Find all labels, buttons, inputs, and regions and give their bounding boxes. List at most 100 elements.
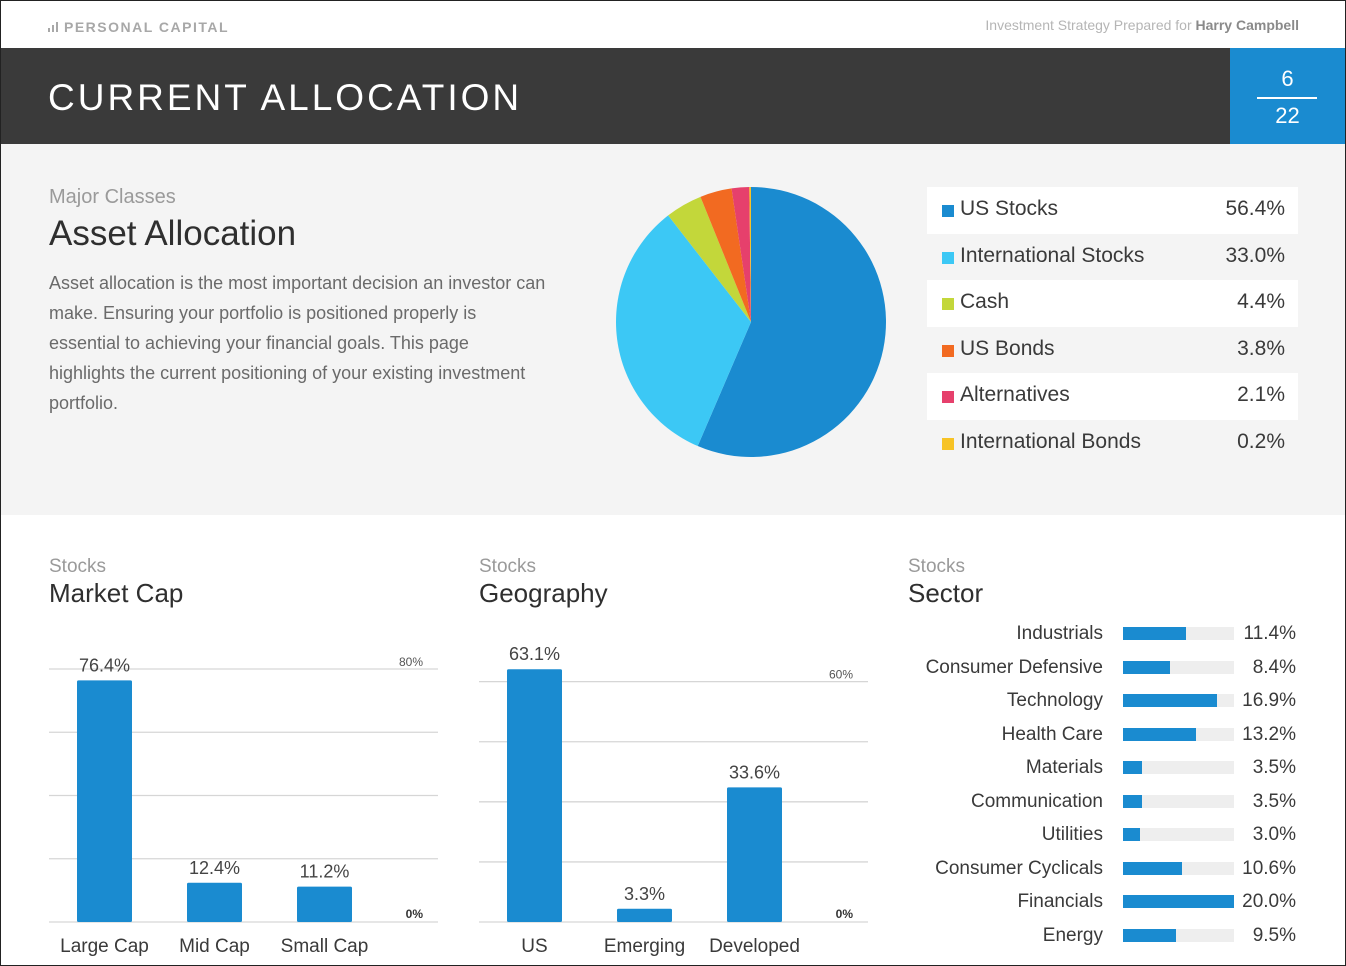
sector-row: Communication 3.5% <box>906 787 1326 821</box>
sector-value: 10.6% <box>1242 857 1296 879</box>
y-tick-label: 60% <box>829 668 853 682</box>
sector-bar <box>1123 660 1170 674</box>
sector-bar <box>1123 828 1140 841</box>
top-bar: PERSONAL CAPITAL Investment Strategy Pre… <box>1 1 1345 48</box>
prepared-for: Investment Strategy Prepared for Harry C… <box>985 17 1299 33</box>
logo-bars-icon <box>48 22 60 32</box>
sector-track <box>1123 694 1234 707</box>
sector-label: Energy <box>1042 924 1103 946</box>
category-label: Emerging <box>604 936 685 957</box>
sector-bar <box>1123 794 1143 808</box>
page-total: 22 <box>1275 103 1300 128</box>
legend-swatch <box>942 391 954 403</box>
asset-allocation-legend: US Stocks 56.4% International Stocks 33.0% C… <box>927 187 1298 466</box>
bar <box>187 882 242 922</box>
sector-row: Materials 3.5% <box>906 753 1326 787</box>
legend-swatch <box>942 298 954 310</box>
sector-bar <box>1123 861 1182 875</box>
page-title: CURRENT ALLOCATION <box>48 77 523 118</box>
sector-track <box>1123 928 1234 942</box>
sector-label: Technology <box>1006 690 1103 711</box>
logo: PERSONAL CAPITAL <box>48 19 229 35</box>
legend-value: 33.0% <box>1225 243 1285 267</box>
bar <box>507 669 562 922</box>
sector-row: Technology 16.9% <box>906 686 1326 720</box>
bar <box>77 680 132 922</box>
sector-value: 13.2% <box>1242 723 1296 745</box>
legend-value: 3.8% <box>1237 336 1285 360</box>
legend-label: Cash <box>960 290 1010 313</box>
legend-swatch <box>942 205 954 217</box>
data-label: 33.6% <box>729 762 780 782</box>
sector-bar <box>1123 928 1176 942</box>
market-cap-bar-chart: 80% 0% 76.4% Large Cap 12.4% Mid Cap 11.2% Smal… <box>49 655 438 957</box>
sector-track <box>1123 627 1234 640</box>
legend-label: Alternatives <box>960 383 1070 406</box>
logo-text: PERSONAL CAPITAL <box>64 19 230 35</box>
data-label: 12.4% <box>189 858 240 878</box>
sector-label: Materials <box>1025 757 1103 778</box>
sector-bar <box>1123 727 1197 741</box>
legend-value: 4.4% <box>1237 290 1285 313</box>
sector-track <box>1123 660 1234 674</box>
sector-label: Financials <box>1017 891 1103 912</box>
sector-value: 11.4% <box>1243 623 1296 644</box>
sector-bar <box>1123 627 1187 640</box>
category-label: US <box>521 936 547 957</box>
legend-label: US Stocks <box>960 197 1059 220</box>
sector-label: Utilities <box>1041 824 1103 845</box>
sector-subtitle: Stocks <box>908 556 966 577</box>
sector-row: Health Care 13.2% <box>906 720 1326 754</box>
category-label: Developed <box>709 936 800 957</box>
legend-label: US Bonds <box>960 336 1055 360</box>
sector-value: 16.9% <box>1242 690 1296 711</box>
legend-value: 56.4% <box>1225 197 1285 220</box>
sector-row: Consumer Cyclicals 10.6% <box>906 854 1326 888</box>
sector-value: 3.5% <box>1252 790 1296 812</box>
sector-value: 3.5% <box>1252 757 1296 778</box>
category-label: Mid Cap <box>179 936 250 957</box>
sector-bar <box>1123 895 1234 908</box>
legend-row: US Bonds 3.8% <box>927 327 1298 374</box>
data-label: 63.1% <box>509 644 560 664</box>
sector-track <box>1123 761 1234 774</box>
bar <box>297 886 352 922</box>
sector-track <box>1123 794 1234 808</box>
bar <box>617 908 672 922</box>
y-tick-label: 0% <box>836 907 854 921</box>
bar <box>727 787 782 922</box>
sector-bar-chart: Industrials 11.4% Consumer Defensive 8.4% Te… <box>906 619 1326 954</box>
sector-value: 9.5% <box>1252 924 1296 946</box>
asset-allocation-section: Major Classes Asset Allocation Asset all… <box>1 144 1345 515</box>
geography-title: Geography <box>479 578 608 608</box>
asset-allocation-title: Asset Allocation <box>49 214 297 253</box>
data-label: 3.3% <box>624 884 665 904</box>
page: PERSONAL CAPITAL Investment Strategy Pre… <box>0 0 1346 966</box>
legend-row: Cash 4.4% <box>927 280 1298 327</box>
category-label: Small Cap <box>281 936 369 957</box>
sector-bar <box>1123 761 1143 774</box>
asset-allocation-description: Asset allocation is the most important d… <box>49 273 546 413</box>
prepared-prefix: Investment Strategy Prepared for <box>985 17 1192 33</box>
data-label: 76.4% <box>79 655 130 675</box>
sector-value: 20.0% <box>1242 891 1296 912</box>
sector-bar <box>1123 694 1217 707</box>
asset-allocation-pie-chart <box>616 187 886 457</box>
title-banner: CURRENT ALLOCATION <box>1 48 1230 144</box>
legend-value: 2.1% <box>1237 383 1285 406</box>
market-cap-title: Market Cap <box>49 578 184 608</box>
sector-row: Financials 20.0% <box>906 887 1326 921</box>
sector-track <box>1123 727 1234 741</box>
legend-swatch <box>942 437 954 450</box>
category-label: Large Cap <box>60 936 149 957</box>
sector-label: Health Care <box>1001 723 1103 745</box>
legend-row: International Bonds 0.2% <box>927 420 1298 467</box>
data-label: 11.2% <box>300 862 350 882</box>
sector-track <box>1123 895 1234 908</box>
sector-value: 3.0% <box>1252 824 1296 845</box>
geography-subtitle: Stocks <box>479 556 537 577</box>
legend-swatch <box>942 344 954 357</box>
sector-label: Consumer Cyclicals <box>935 857 1103 879</box>
sector-track <box>1123 861 1234 875</box>
sector-title: Sector <box>908 578 984 608</box>
